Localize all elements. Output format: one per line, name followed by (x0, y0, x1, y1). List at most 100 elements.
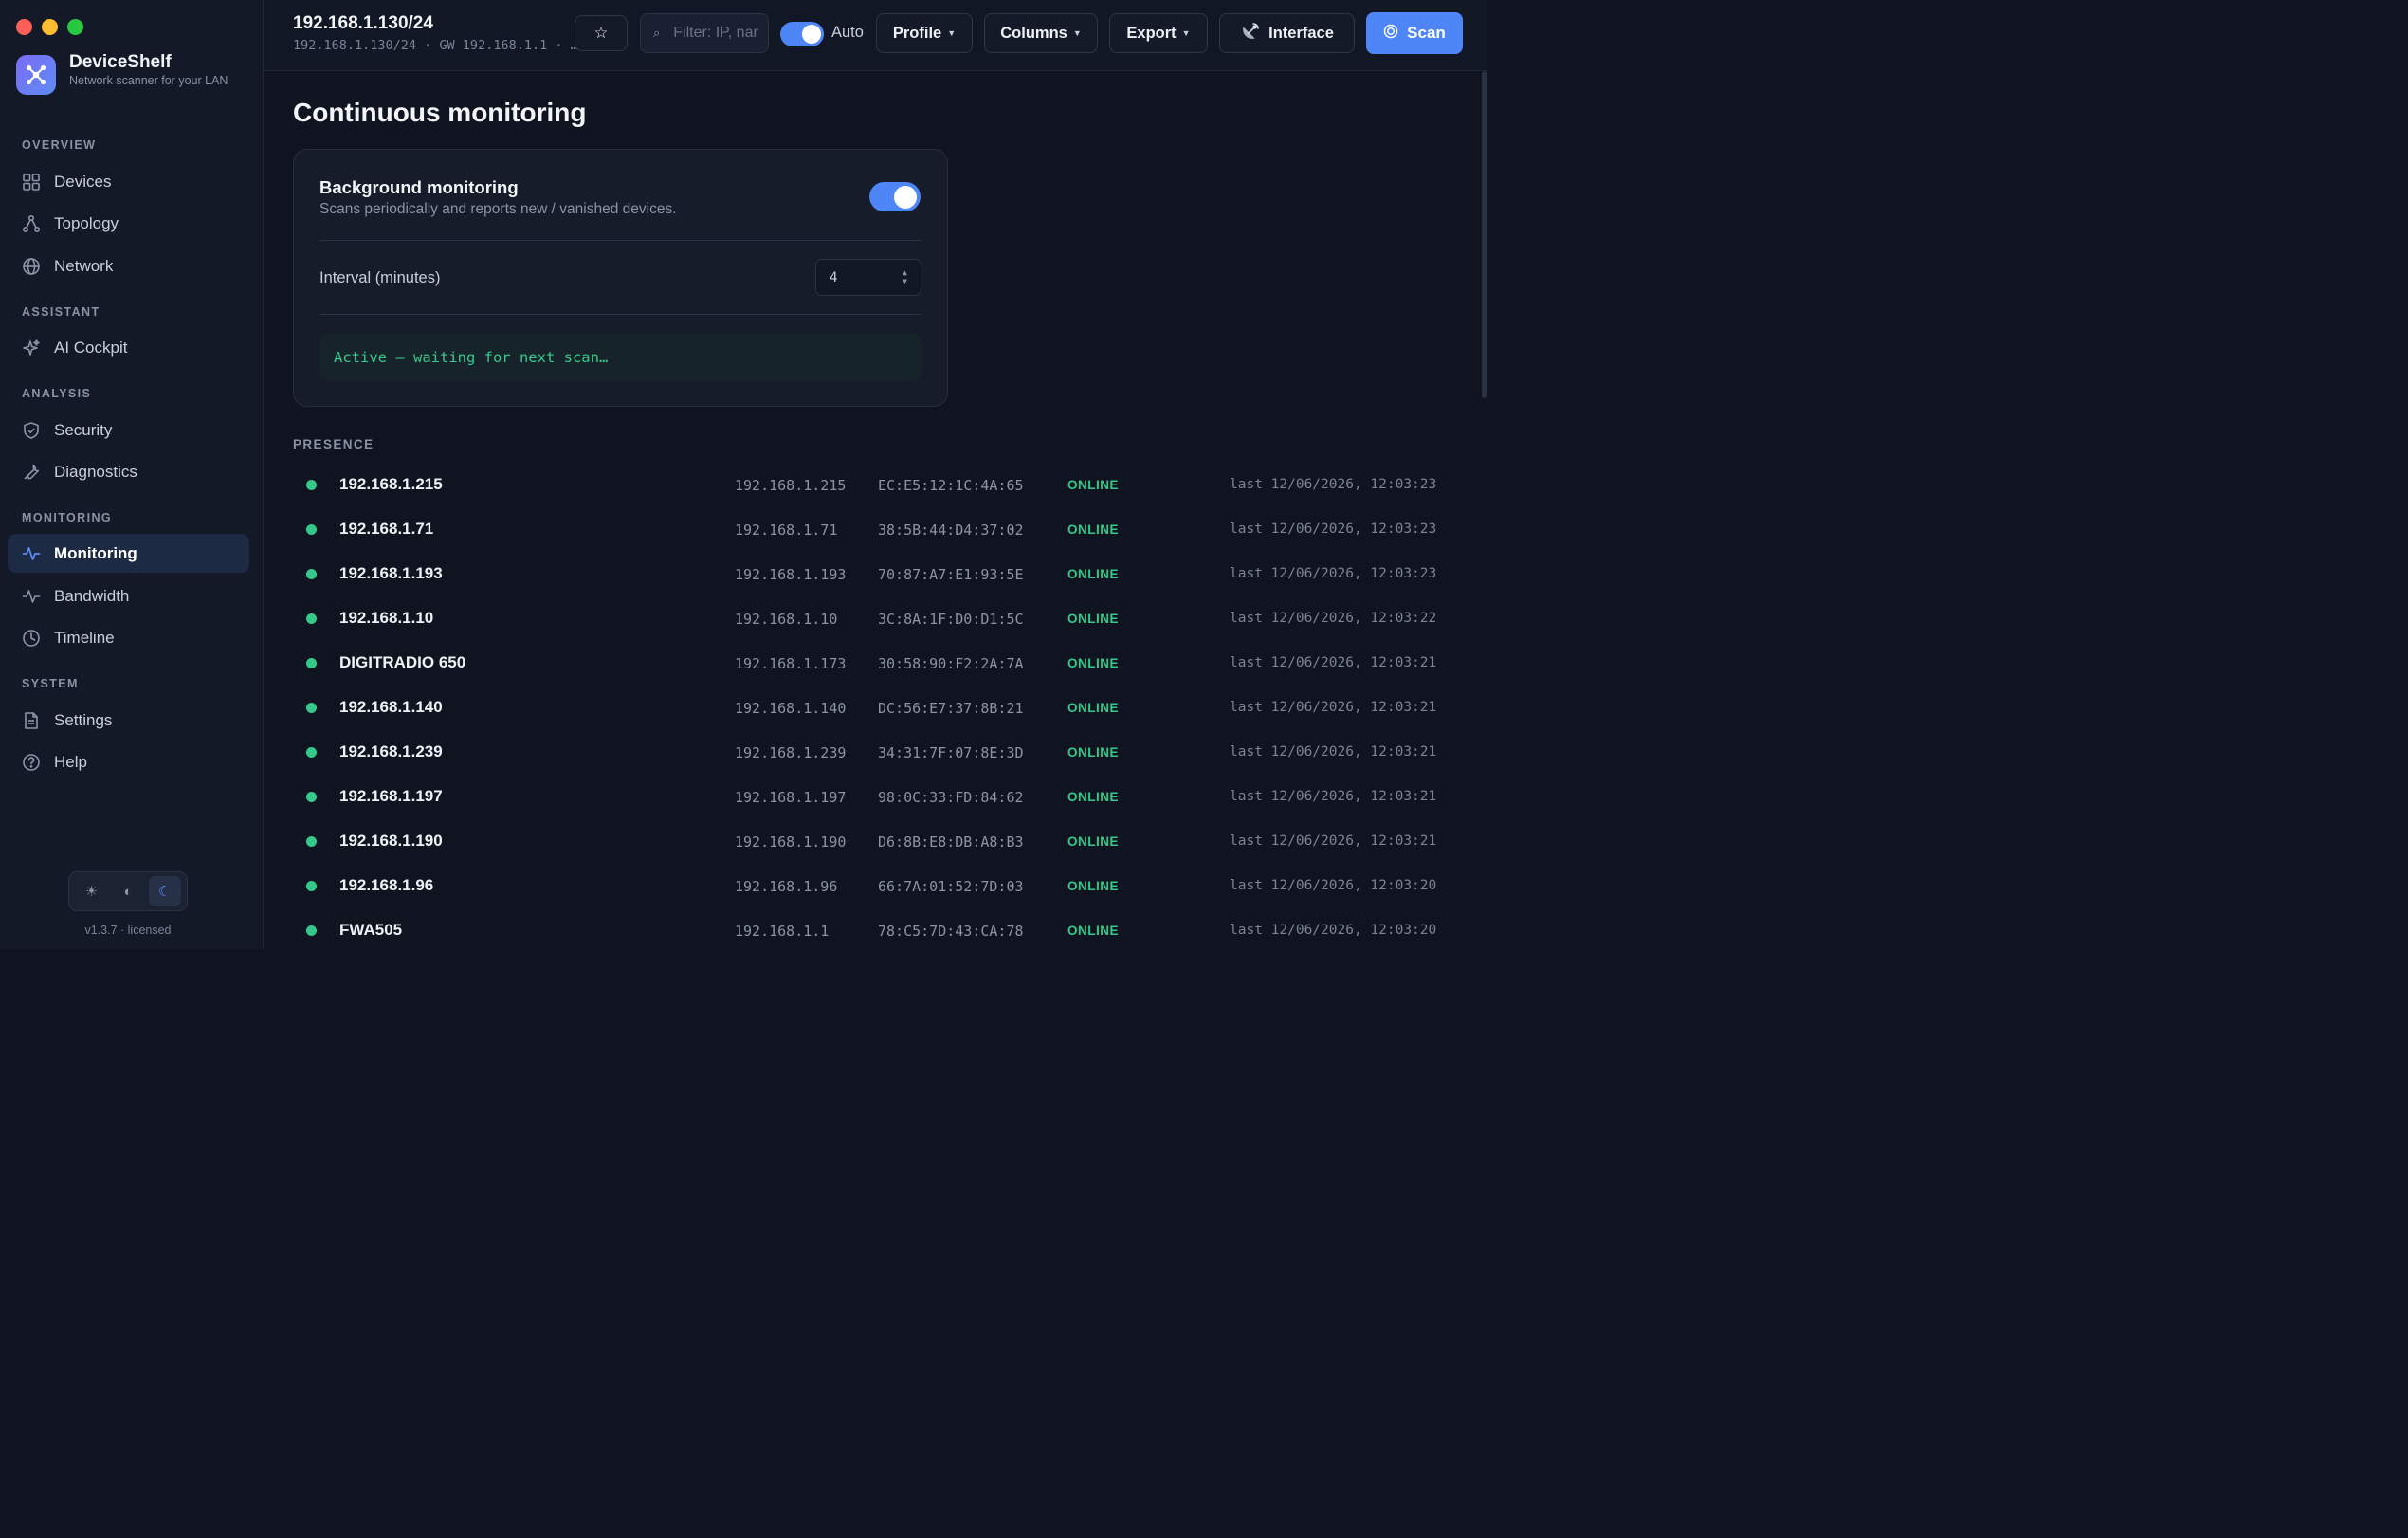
device-mac: D6:8B:E8:DB:A8:B3 (878, 833, 1024, 851)
last-seen: last 12/06/2026, 12:03:21 (1230, 789, 1437, 804)
app-name: DeviceShelf (69, 52, 172, 72)
favorite-star-button[interactable]: ☆ (575, 15, 628, 51)
device-mac: 30:58:90:F2:2A:7A (878, 655, 1024, 672)
device-mac: 38:5B:44:D4:37:02 (878, 522, 1024, 539)
background-monitoring-toggle[interactable] (869, 182, 921, 211)
sidebar-item-label: Network (54, 256, 114, 275)
columns-label: Columns (1000, 24, 1067, 42)
device-name: 192.168.1.215 (339, 475, 443, 493)
device-ip: 192.168.1.173 (735, 655, 847, 672)
online-status-dot-icon (306, 881, 317, 891)
last-seen: last 12/06/2026, 12:03:20 (1230, 923, 1437, 938)
auto-theme-contrast-icon[interactable]: ◐ (112, 876, 144, 906)
interface-button[interactable]: Interface (1219, 13, 1355, 53)
online-status-dot-icon (306, 524, 317, 535)
device-ip: 192.168.1.140 (735, 700, 847, 717)
filter-input[interactable] (673, 25, 759, 42)
online-status-dot-icon (306, 480, 317, 490)
device-name: 192.168.1.96 (339, 876, 434, 894)
minimize-window-button[interactable] (42, 19, 58, 35)
device-mac: 70:87:A7:E1:93:5E (878, 566, 1024, 583)
auto-toggle[interactable] (780, 22, 824, 46)
scrollbar-thumb[interactable] (1482, 71, 1487, 398)
app-logo-icon (16, 55, 56, 95)
section-label-overview: OVERVIEW (22, 138, 97, 152)
list-item[interactable]: 192.168.1.190 192.168.1.190 D6:8B:E8:DB:A8… (293, 820, 1450, 865)
online-status-dot-icon (306, 925, 317, 936)
sidebar-item-devices[interactable]: Devices (8, 162, 249, 201)
main-area: 192.168.1.130/24 192.168.1.130/24 · GW 1… (264, 0, 1487, 949)
status-badge: ONLINE (1067, 567, 1120, 581)
online-status-dot-icon (306, 569, 317, 579)
device-mac: EC:E5:12:1C:4A:65 (878, 477, 1024, 494)
device-name: DIGITRADIO 650 (339, 653, 466, 671)
app-tagline: Network scanner for your LAN (69, 74, 228, 87)
last-seen: last 12/06/2026, 12:03:21 (1230, 744, 1437, 760)
shield-icon (22, 421, 41, 440)
sidebar-item-security[interactable]: Security (8, 411, 249, 449)
device-name: 192.168.1.239 (339, 742, 443, 760)
online-status-dot-icon (306, 836, 317, 847)
list-item[interactable]: 192.168.1.239 192.168.1.239 34:31:7F:07:8E… (293, 731, 1450, 776)
list-item[interactable]: 192.168.1.193 192.168.1.193 70:87:A7:E1:93… (293, 553, 1450, 597)
brand: DeviceShelf Network scanner for your LAN (16, 53, 230, 95)
device-name: 192.168.1.140 (339, 698, 443, 716)
sidebar-item-settings[interactable]: Settings (8, 701, 249, 740)
radar-icon (1383, 24, 1398, 44)
sidebar-item-bandwidth[interactable]: Bandwidth (8, 577, 249, 615)
window-controls (16, 19, 83, 35)
list-item[interactable]: FWA505 192.168.1.1 78:C5:7D:43:CA:78 ONLINE… (293, 909, 1450, 954)
sidebar-item-label: Topology (54, 213, 119, 232)
sidebar-item-label: Monitoring (54, 543, 137, 562)
last-seen: last 12/06/2026, 12:03:20 (1230, 878, 1437, 893)
clock-icon (22, 629, 41, 648)
sidebar: DeviceShelf Network scanner for your LAN… (0, 0, 264, 949)
online-status-dot-icon (306, 658, 317, 668)
dark-theme-moon-icon[interactable]: ☾ (148, 876, 181, 906)
list-item[interactable]: 192.168.1.197 192.168.1.197 98:0C:33:FD:84… (293, 776, 1450, 820)
wrench-icon (22, 463, 41, 482)
light-theme-sun-icon[interactable]: ☀ (75, 876, 107, 906)
chevron-down-icon: ▼ (1181, 28, 1191, 38)
list-item[interactable]: 192.168.1.140 192.168.1.140 DC:56:E7:37:8B… (293, 687, 1450, 731)
device-mac: 34:31:7F:07:8E:3D (878, 744, 1024, 761)
page-title: Continuous monitoring (293, 98, 587, 127)
sidebar-item-help[interactable]: Help (8, 742, 249, 781)
device-ip: 192.168.1.10 (735, 611, 838, 628)
stepper-arrows-icon[interactable]: ▲ ▼ (903, 268, 907, 285)
last-seen: last 12/06/2026, 12:03:23 (1230, 477, 1437, 492)
export-label: Export (1126, 24, 1177, 42)
list-item[interactable]: 192.168.1.96 192.168.1.96 66:7A:01:52:7D:0… (293, 865, 1450, 909)
activity-icon (22, 587, 41, 606)
section-label-system: SYSTEM (22, 677, 79, 690)
scan-button[interactable]: Scan (1366, 12, 1463, 54)
sidebar-item-label: Security (54, 420, 113, 439)
document-icon (22, 711, 41, 730)
sidebar-item-network[interactable]: Network (8, 247, 249, 285)
vertical-scrollbar[interactable] (1481, 71, 1487, 949)
list-item[interactable]: 192.168.1.10 192.168.1.10 3C:8A:1F:D0:D1:5… (293, 597, 1450, 642)
device-name: FWA505 (339, 921, 403, 939)
interval-stepper[interactable]: 4 ▲ ▼ (815, 259, 921, 296)
zoom-window-button[interactable] (67, 19, 83, 35)
device-ip: 192.168.1.197 (735, 789, 847, 806)
export-dropdown[interactable]: Export ▼ (1109, 13, 1208, 53)
close-window-button[interactable] (16, 19, 32, 35)
device-ip: 192.168.1.190 (735, 833, 847, 851)
scan-label: Scan (1407, 24, 1446, 42)
list-item[interactable]: 192.168.1.215 192.168.1.215 EC:E5:12:1C:4A… (293, 464, 1450, 508)
sidebar-item-diagnostics[interactable]: Diagnostics (8, 452, 249, 491)
list-item[interactable]: DIGITRADIO 650 192.168.1.173 30:58:90:F2:2… (293, 642, 1450, 687)
status-badge: ONLINE (1067, 701, 1120, 715)
profile-dropdown[interactable]: Profile ▼ (876, 13, 973, 53)
sidebar-item-monitoring[interactable]: Monitoring (8, 534, 249, 573)
device-ip: 192.168.1.215 (735, 477, 847, 494)
columns-dropdown[interactable]: Columns ▼ (984, 13, 1098, 53)
card-subtitle: Scans periodically and reports new / van… (319, 201, 677, 217)
list-item[interactable]: 192.168.1.71 192.168.1.71 38:5B:44:D4:37:0… (293, 508, 1450, 553)
sidebar-item-ai-cockpit[interactable]: AI Cockpit (8, 328, 249, 367)
sidebar-item-topology[interactable]: Topology (8, 204, 249, 243)
topology-icon (22, 214, 41, 233)
section-label-analysis: ANALYSIS (22, 387, 92, 400)
sidebar-item-timeline[interactable]: Timeline (8, 618, 249, 657)
